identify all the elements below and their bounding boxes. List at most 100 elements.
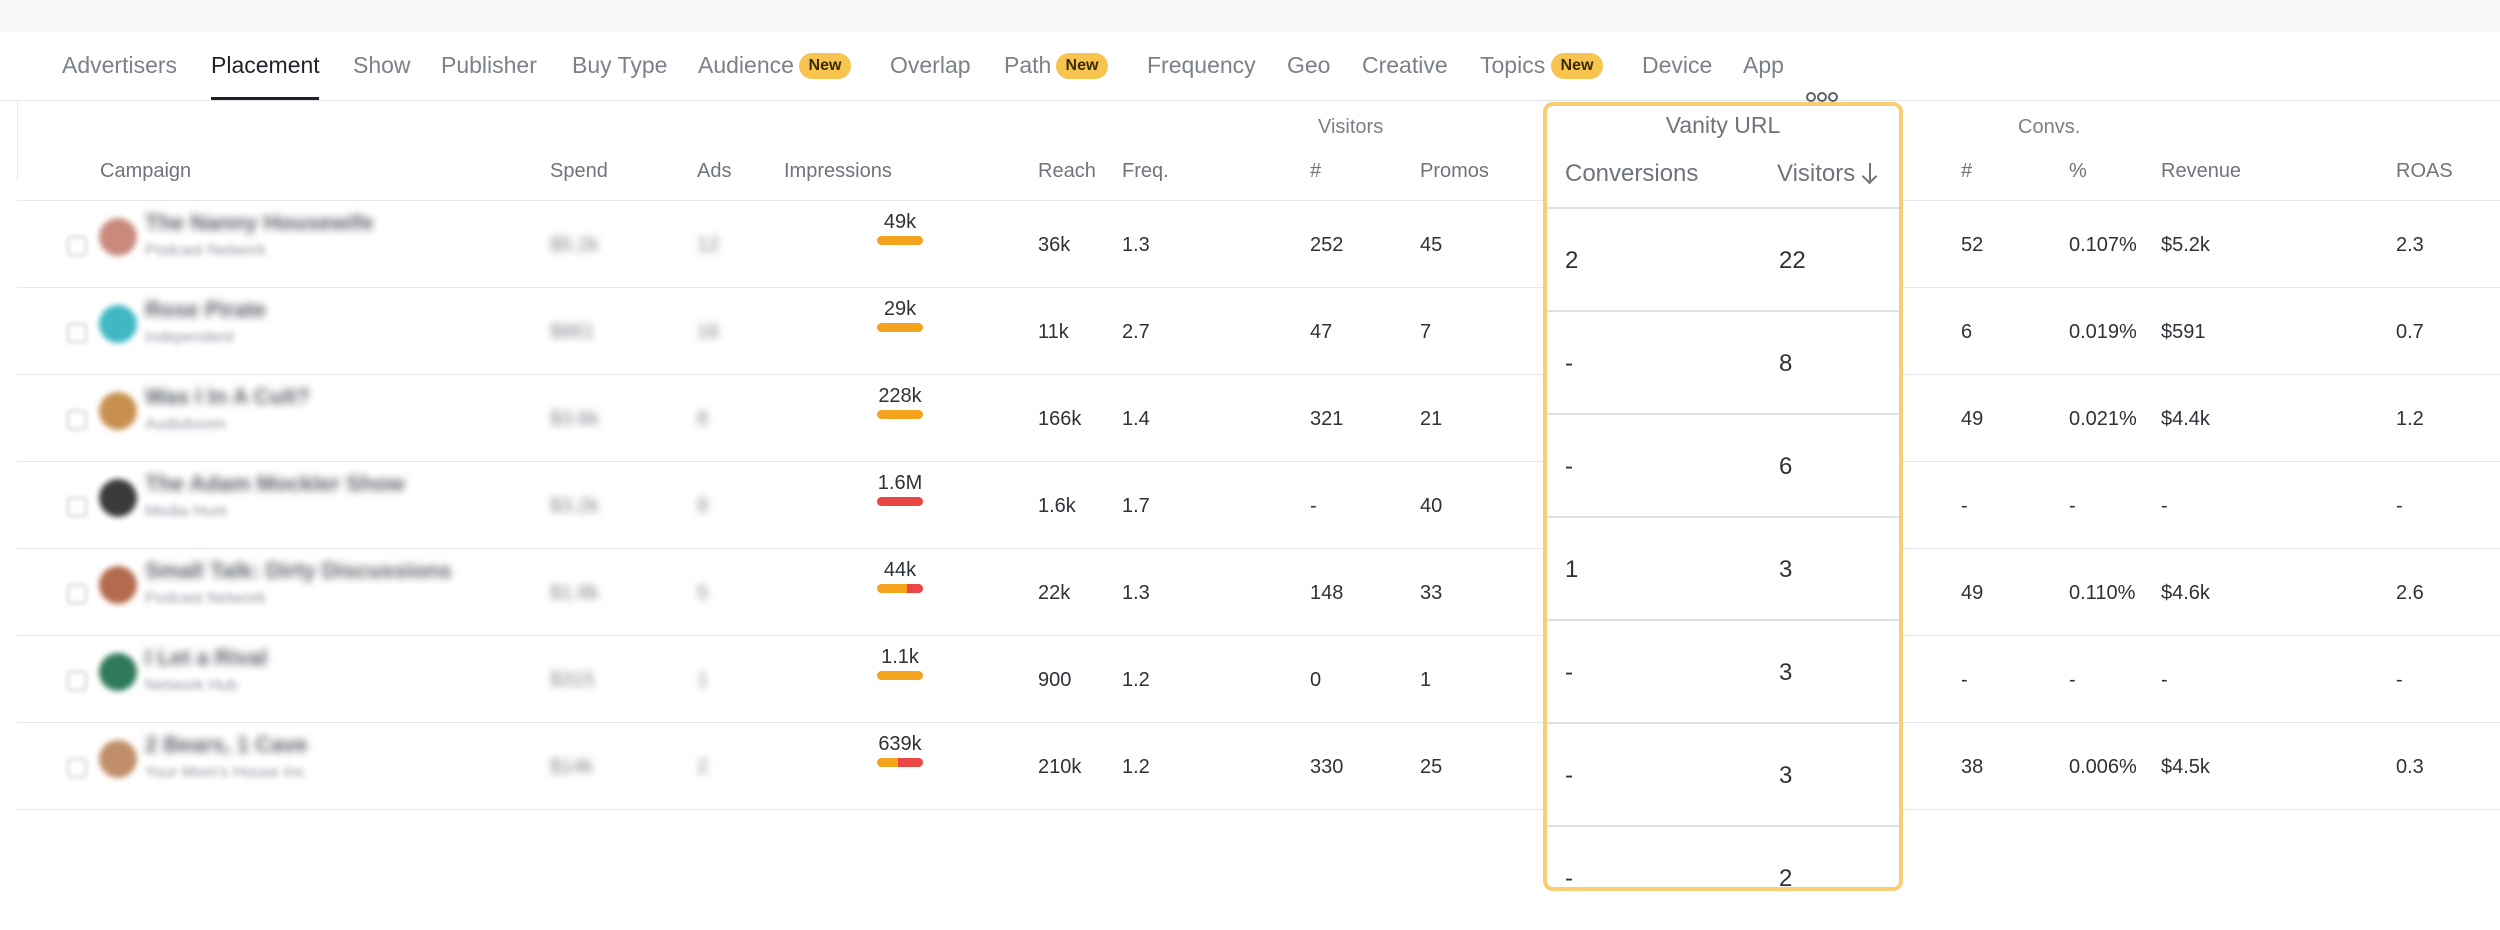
col-impressions[interactable]: Impressions (784, 160, 892, 183)
tab-show[interactable]: Show (353, 52, 411, 79)
tab-audience[interactable]: Audience (698, 52, 794, 79)
vanity-visitors-value: 22 (1779, 246, 1806, 274)
col-convs-count[interactable]: # (1961, 160, 1972, 183)
ads-value: 16 (697, 321, 720, 343)
campaign-name[interactable]: I Let a Rival (145, 645, 267, 671)
ads-value: 5 (697, 582, 709, 604)
vanity-row[interactable]: 2 22 (1547, 207, 1899, 312)
vanity-row[interactable]: 13 (1547, 516, 1899, 621)
impressions-value: 29k (883, 298, 917, 320)
impressions-value: 228k (878, 385, 922, 407)
col-revenue[interactable]: Revenue (2161, 160, 2241, 183)
row-checkbox[interactable] (67, 410, 87, 430)
active-tab-indicator (211, 97, 319, 100)
ads-value: 2 (697, 756, 709, 778)
campaign-name[interactable]: Rose Pirate (145, 297, 266, 323)
report-tabs: Advertisers Placement Show Publisher Buy… (0, 32, 2500, 102)
spend-value: $14k (550, 756, 594, 778)
sort-descending-icon[interactable] (1863, 163, 1877, 183)
row-checkbox[interactable] (67, 671, 87, 691)
convs-count-value: 6 (1961, 321, 1973, 343)
tab-topics[interactable]: Topics (1480, 52, 1545, 79)
roas-value: 2.3 (2396, 234, 2424, 256)
table-row[interactable]: The Adam Mockler Show Media Hunt $3.2k 8 1.6… (17, 461, 2500, 549)
vanity-row[interactable]: -3 (1547, 619, 1899, 724)
visitors-value: - (1310, 495, 1317, 517)
col-freq[interactable]: Freq. (1122, 160, 1169, 183)
row-checkbox[interactable] (67, 758, 87, 778)
top-bar (0, 0, 2500, 32)
visitors-value: 148 (1310, 582, 1344, 604)
col-spend[interactable]: Spend (550, 160, 608, 183)
tab-overlap[interactable]: Overlap (890, 52, 971, 79)
row-checkbox[interactable] (67, 584, 87, 604)
row-checkbox[interactable] (67, 497, 87, 517)
table-row[interactable]: The Nanny Housewife Podcast Network $5.2k 1… (17, 200, 2500, 288)
col-ads[interactable]: Ads (697, 160, 731, 183)
convs-count-value: - (1961, 669, 1968, 691)
campaign-publisher: Audioboom (145, 416, 226, 433)
vanity-url-highlight: Vanity URL Conversions Visitors 2 22-8-6 1… (1543, 102, 1903, 892)
col-promos[interactable]: Promos (1420, 160, 1489, 183)
visitors-value: 252 (1310, 234, 1344, 256)
spend-value: $3.2k (550, 495, 599, 517)
tab-buy-type[interactable]: Buy Type (572, 52, 667, 79)
tab-placement[interactable]: Placement (211, 52, 320, 79)
impressions-bar-red-segment (897, 758, 923, 767)
row-checkbox[interactable] (67, 323, 87, 343)
col-convs-pct[interactable]: % (2069, 160, 2087, 183)
tab-app[interactable]: App (1743, 52, 1784, 79)
impressions-value: 44k (883, 559, 917, 581)
campaign-name[interactable]: Small Talk: Dirty Discussions (145, 558, 451, 584)
reach-value: 210k (1038, 756, 1082, 778)
campaign-publisher: Independent (145, 329, 234, 346)
campaign-name[interactable]: 2 Bears, 1 Cave (145, 732, 308, 758)
roas-value: 2.6 (2396, 582, 2424, 604)
col-vanity-conversions[interactable]: Conversions (1565, 160, 1698, 188)
convs-pct-value: 0.021% (2069, 408, 2137, 430)
ads-value: 1 (697, 669, 709, 691)
row-checkbox[interactable] (67, 236, 87, 256)
promos-value: 1 (1420, 669, 1432, 691)
tab-path[interactable]: Path (1004, 52, 1051, 79)
topics-new-badge: New (1551, 53, 1603, 79)
spend-value: $5.2k (550, 234, 599, 256)
spend-value: $1.8k (550, 582, 599, 604)
tab-geo[interactable]: Geo (1287, 52, 1330, 79)
tab-frequency[interactable]: Frequency (1147, 52, 1256, 79)
revenue-value: $4.6k (2161, 582, 2210, 604)
convs-pct-value: - (2069, 669, 2076, 691)
col-reach[interactable]: Reach (1038, 160, 1096, 183)
spend-value: $3.6k (550, 408, 599, 430)
tab-creative[interactable]: Creative (1362, 52, 1448, 79)
table-row[interactable]: 2 Bears, 1 Cave Your Mom's House Inc $14k 2… (17, 722, 2500, 810)
vanity-row[interactable]: -3 (1547, 722, 1899, 827)
revenue-value: $5.2k (2161, 234, 2210, 256)
col-campaign[interactable]: Campaign (100, 160, 191, 183)
campaign-name[interactable]: Was I In A Cult? (145, 384, 310, 410)
vanity-row[interactable]: -2 (1547, 825, 1899, 930)
tab-device[interactable]: Device (1642, 52, 1712, 79)
freq-value: 1.2 (1122, 669, 1150, 691)
campaign-name[interactable]: The Nanny Housewife (145, 210, 374, 236)
table-row[interactable]: I Let a Rival Network Hub $315 1 1.1k 900 1.2 0… (17, 635, 2500, 723)
col-roas[interactable]: ROAS (2396, 160, 2453, 183)
vanity-row[interactable]: -8 (1547, 310, 1899, 415)
table-bottom-border (17, 809, 2500, 810)
table-row[interactable]: Small Talk: Dirty Discussions Podcast Net… (17, 548, 2500, 636)
tab-advertisers[interactable]: Advertisers (62, 52, 177, 79)
col-visitors-count[interactable]: # (1310, 160, 1321, 183)
vanity-row[interactable]: -6 (1547, 413, 1899, 518)
visitors-value: 321 (1310, 408, 1344, 430)
vanity-conversions-value: - (1565, 658, 1573, 686)
table-row[interactable]: Was I In A Cult? Audioboom $3.6k 8 228k 166k 1… (17, 374, 2500, 462)
vanity-conversions-value: 1 (1565, 555, 1579, 583)
promos-value: 40 (1420, 495, 1443, 517)
col-vanity-visitors[interactable]: Visitors (1777, 160, 1877, 188)
roas-value: - (2396, 669, 2403, 691)
table-row[interactable]: Rose Pirate Independent $861 16 29k 11k 2.7 47 7… (17, 287, 2500, 375)
tab-publisher[interactable]: Publisher (441, 52, 537, 79)
vanity-url-group-header: Vanity URL (1665, 112, 1781, 138)
impressions-bar (877, 323, 923, 332)
campaign-name[interactable]: The Adam Mockler Show (145, 471, 405, 497)
